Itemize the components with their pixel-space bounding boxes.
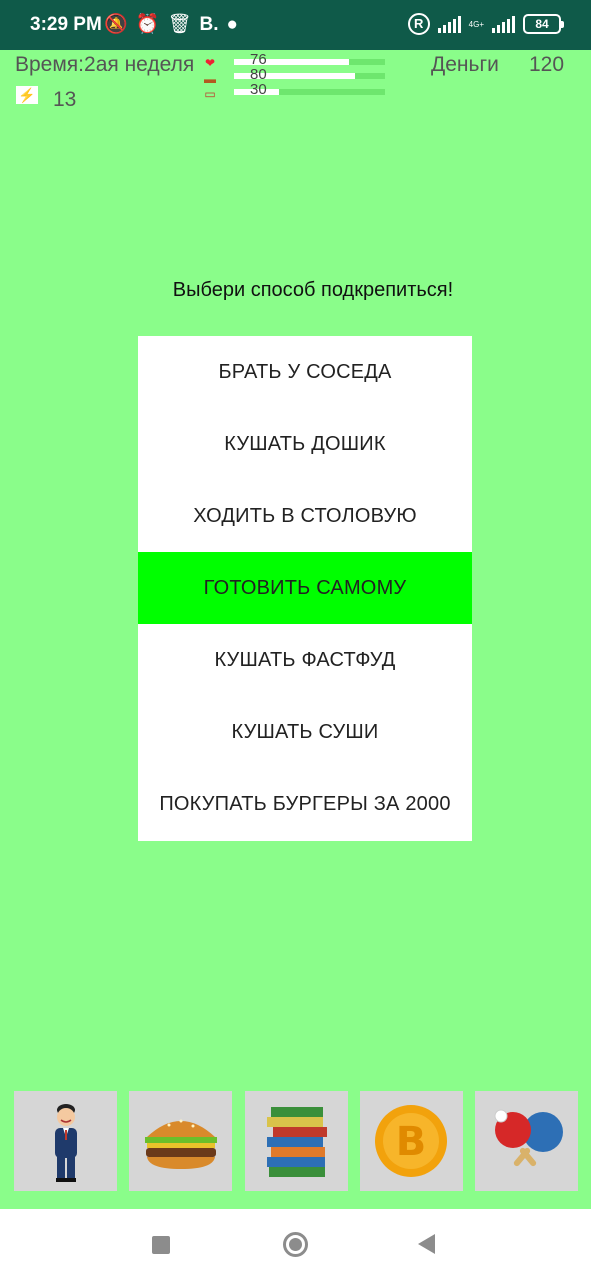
status-icons-left: 🔕 ⏰ 🗑 B. ●	[104, 13, 238, 37]
heart-icon: ❤	[204, 56, 216, 70]
registered-icon: R	[407, 13, 430, 35]
trash-icon: 🗑	[167, 14, 192, 35]
burger-icon	[144, 1119, 217, 1169]
food-choice-prompt: Выбери способ подкрепиться!	[172, 279, 454, 301]
health-value: 76	[250, 51, 267, 68]
status-bar: 3:29 PM 🔕 ⏰ 🗑 B. ● R 4G+ 84	[0, 0, 591, 50]
status-time: 3:29 PM	[30, 14, 102, 35]
tab-money[interactable]: B	[359, 1091, 463, 1191]
recent-apps-button[interactable]	[152, 1236, 170, 1254]
hunger-value: 80	[250, 66, 267, 83]
network-type: 4G+	[468, 19, 484, 29]
book-icon: ▭	[204, 87, 216, 101]
books-icon	[267, 1107, 327, 1177]
option-buy-burgers[interactable]: ПОКУПАТЬ БУРГЕРЫ ЗА 2000	[138, 768, 472, 841]
lightning-icon: ⚡	[16, 86, 38, 104]
home-button[interactable]	[283, 1232, 308, 1257]
back-button[interactable]	[418, 1234, 435, 1254]
option-eat-doshik[interactable]: КУШАТЬ ДОШИК	[138, 408, 472, 481]
energy-value: 13	[53, 88, 77, 111]
notification-icon: ●	[226, 14, 238, 35]
game-time-label: Время:2ая неделя	[15, 53, 195, 76]
option-eat-sushi[interactable]: КУШАТЬ СУШИ	[138, 696, 472, 769]
tab-food[interactable]	[129, 1091, 233, 1191]
status-icons-right: R 4G+ 84	[407, 13, 564, 35]
b-logo-icon: B.	[199, 14, 219, 35]
bitcoin-icon: B	[375, 1105, 448, 1177]
money-label: Деньги	[431, 53, 499, 76]
signal-icon-2	[492, 15, 515, 33]
tab-study[interactable]	[244, 1091, 348, 1191]
man-in-suit-icon	[54, 1104, 77, 1182]
battery-icon: 84	[523, 14, 564, 34]
study-value: 30	[250, 81, 267, 98]
food-options-menu: БРАТЬ У СОСЕДА КУШАТЬ ДОШИК ХОДИТЬ В СТО…	[138, 336, 472, 841]
svg-text:B: B	[396, 1119, 427, 1165]
money-value: 120	[529, 53, 565, 76]
signal-icon	[437, 15, 461, 33]
burger-icon: ▬	[204, 72, 216, 86]
option-borrow-from-neighbor[interactable]: БРАТЬ У СОСЕДА	[138, 336, 472, 409]
tab-character[interactable]	[14, 1091, 117, 1191]
battery-level: 84	[535, 17, 549, 31]
alarm-icon: ⏰	[135, 14, 160, 35]
option-go-to-canteen[interactable]: ХОДИТЬ В СТОЛОВУЮ	[138, 480, 472, 553]
system-nav-bar	[0, 1209, 591, 1280]
option-eat-fastfood[interactable]: КУШАТЬ ФАСТФУД	[138, 624, 472, 697]
tab-leisure[interactable]	[475, 1091, 578, 1191]
muted-bell-icon: 🔕	[104, 14, 128, 35]
ping-pong-icon	[494, 1109, 563, 1167]
bottom-tab-bar: B	[14, 1091, 578, 1191]
option-cook-yourself[interactable]: ГОТОВИТЬ САМОМУ	[138, 552, 472, 625]
